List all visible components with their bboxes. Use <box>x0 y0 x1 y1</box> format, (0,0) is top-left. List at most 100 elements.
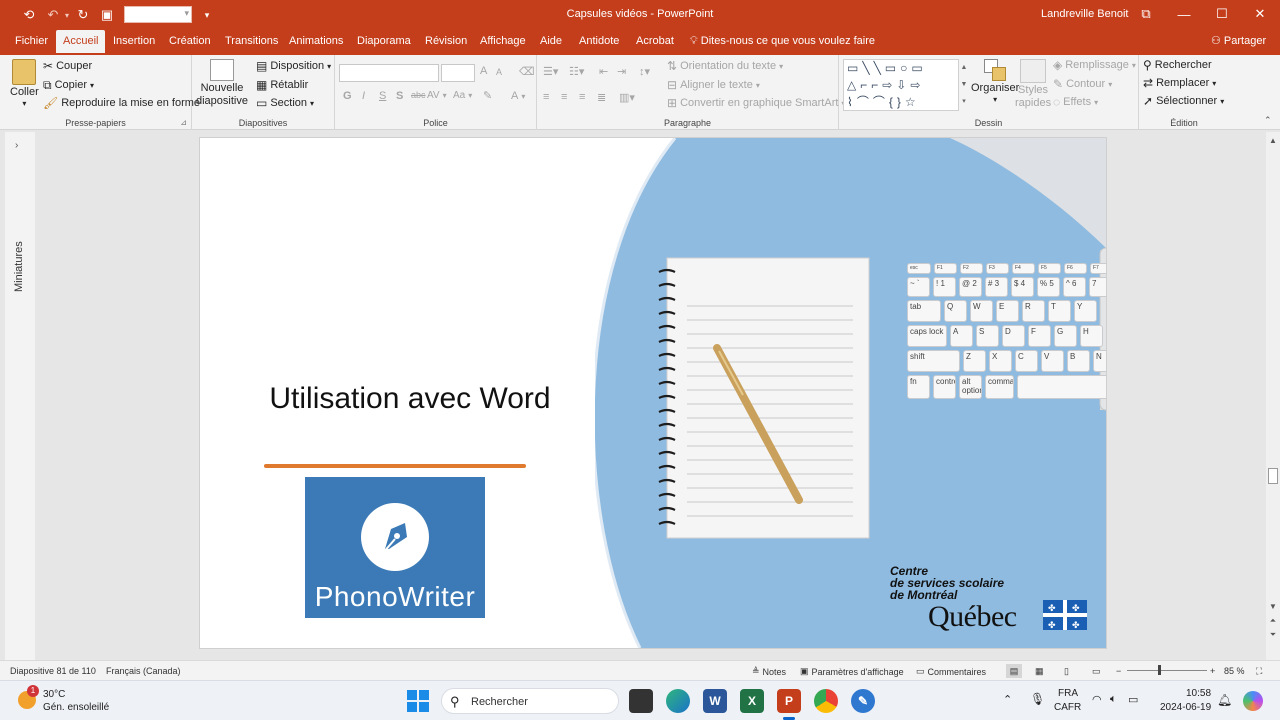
antidote-icon[interactable]: ✎ <box>851 689 875 713</box>
taskbar-search[interactable]: ⚲ Rechercher <box>441 688 619 714</box>
battery-icon[interactable]: ▭ <box>1128 693 1138 706</box>
new-slide-button[interactable]: Nouvelle diapositive <box>196 59 248 107</box>
start-button[interactable] <box>406 689 430 713</box>
character-spacing-button[interactable]: AV ▾ <box>427 90 447 101</box>
clock-date[interactable]: 2024-06-19 <box>1160 702 1211 713</box>
italic-button[interactable]: I <box>362 90 365 102</box>
increase-indent-icon[interactable]: ⇥ <box>617 65 626 78</box>
zoom-level[interactable]: 85 % <box>1224 666 1245 676</box>
fit-to-window-icon[interactable]: ⛶ <box>1256 666 1262 677</box>
align-text-button[interactable]: ⊟ Aligner le texte ▾ <box>667 79 760 91</box>
zoom-slider[interactable] <box>1127 670 1207 671</box>
numbering-icon[interactable]: ☷▾ <box>569 65 584 78</box>
layout-button[interactable]: ▤ Disposition ▾ <box>256 60 331 72</box>
maximize-button[interactable]: ☐ <box>1208 4 1236 24</box>
tab-transitions[interactable]: Transitions <box>218 30 285 55</box>
smartart-button[interactable]: ⊞ Convertir en graphique SmartArt ▾ <box>667 97 845 109</box>
expand-thumbnails-icon[interactable]: › <box>15 140 18 151</box>
volume-icon[interactable]: 🔈︎ <box>1110 693 1117 706</box>
minimize-button[interactable]: — <box>1170 4 1198 24</box>
slideshow-icon[interactable]: ▭ <box>1092 666 1101 677</box>
tab-revision[interactable]: Révision <box>418 30 474 55</box>
scrollbar-thumb[interactable] <box>1268 468 1278 484</box>
microphone-icon[interactable]: 🎙︎ <box>1030 692 1045 706</box>
display-settings-button[interactable]: ▣ Paramètres d'affichage <box>800 666 904 677</box>
grow-font-icon[interactable]: A <box>480 65 487 77</box>
font-name-combo[interactable] <box>339 64 439 82</box>
tab-affichage[interactable]: Affichage <box>473 30 533 55</box>
shapes-gallery[interactable]: ▭╲╲▭○▭ △⌐⌐⇨⇩⇨ ⌇⌒⌒{}☆ <box>843 59 959 111</box>
columns-icon[interactable]: ▥▾ <box>619 91 635 104</box>
vertical-scrollbar[interactable]: ▲ ▼ ⏶ ⏷ <box>1266 132 1280 660</box>
change-case-button[interactable]: Aa ▾ <box>453 90 472 101</box>
highlight-icon[interactable]: ✎ <box>483 89 492 102</box>
shapes-gallery-scroll[interactable]: ▲ ▼ ▾ <box>959 59 969 111</box>
align-right-icon[interactable]: ≡ <box>579 91 585 103</box>
tab-animations[interactable]: Animations <box>282 30 350 55</box>
decrease-indent-icon[interactable]: ⇤ <box>599 65 608 78</box>
edge-icon[interactable] <box>666 689 690 713</box>
ribbon-display-options-icon[interactable]: ⧉ <box>1132 4 1160 24</box>
select-button[interactable]: ➚ Sélectionner ▾ <box>1143 95 1224 107</box>
notifications-bell-icon[interactable]: 🔔︎ <box>1217 693 1232 707</box>
tab-accueil[interactable]: Accueil <box>56 30 106 55</box>
clock-time[interactable]: 10:58 <box>1186 688 1211 699</box>
language-indicator[interactable]: Français (Canada) <box>106 666 181 676</box>
task-view-icon[interactable] <box>629 689 653 713</box>
chrome-icon[interactable] <box>814 689 838 713</box>
shape-outline-button[interactable]: ✎ Contour ▾ <box>1053 78 1112 90</box>
find-button[interactable]: ⚲ Rechercher <box>1143 59 1212 71</box>
section-button[interactable]: ▭ Section ▾ <box>256 97 314 109</box>
reset-button[interactable]: ▦ Rétablir <box>256 79 308 91</box>
clear-formatting-icon[interactable]: ⌫ <box>519 65 535 78</box>
tab-acrobat[interactable]: Acrobat <box>629 30 681 55</box>
word-icon[interactable]: W <box>703 689 727 713</box>
tab-diaporama[interactable]: Diaporama <box>350 30 418 55</box>
comments-button[interactable]: ▭ Commentaires <box>916 666 986 677</box>
tab-insertion[interactable]: Insertion <box>106 30 162 55</box>
strikethrough-button[interactable]: abc <box>411 90 426 100</box>
excel-icon[interactable]: X <box>740 689 764 713</box>
slide-title[interactable]: Utilisation avec Word <box>264 382 556 415</box>
dialog-launcher-icon[interactable]: ⊿ <box>180 118 187 127</box>
zoom-out-button[interactable]: − <box>1116 666 1121 676</box>
reading-view-icon[interactable]: ▯ <box>1064 666 1069 677</box>
quick-styles-button[interactable]: Styles rapides <box>1015 59 1051 109</box>
tab-antidote[interactable]: Antidote <box>572 30 626 55</box>
tell-me-search[interactable]: 💡︎ Dites-nous ce que vous voulez faire <box>690 30 875 55</box>
shadow-button[interactable]: S <box>396 90 403 102</box>
copilot-icon[interactable] <box>1243 691 1263 711</box>
share-button[interactable]: ⚇ Partager <box>1211 30 1266 55</box>
paste-button[interactable]: Coller ▾ <box>10 59 39 108</box>
scroll-down-icon[interactable]: ▼ <box>1268 602 1278 611</box>
scroll-up-icon[interactable]: ▲ <box>1268 136 1278 145</box>
normal-view-icon[interactable]: ▤ <box>1006 664 1022 678</box>
slide[interactable]: esc F1 F2 F3 F4 F5 F6 F7 ~ `! 1 @ 2 # 3 $ 4% 5 ^ 6 7… <box>200 138 1106 648</box>
powerpoint-icon[interactable]: P <box>777 689 801 713</box>
zoom-slider-handle[interactable] <box>1158 665 1161 675</box>
tab-fichier[interactable]: Fichier <box>8 30 55 55</box>
input-language-1[interactable]: FRA <box>1058 688 1078 699</box>
align-center-icon[interactable]: ≡ <box>561 91 567 103</box>
justify-icon[interactable]: ≣ <box>597 91 606 104</box>
replace-button[interactable]: ⇄ Remplacer ▾ <box>1143 77 1216 89</box>
input-language-2[interactable]: CAFR <box>1054 702 1081 713</box>
previous-slide-icon[interactable]: ⏶ <box>1268 616 1278 626</box>
wifi-icon[interactable]: ◠ <box>1092 693 1102 706</box>
zoom-in-button[interactable]: + <box>1210 666 1215 676</box>
format-painter-button[interactable]: 🖌︎ Reproduire la mise en forme <box>43 97 200 109</box>
tab-aide[interactable]: Aide <box>533 30 569 55</box>
notes-button[interactable]: ≜ Notes <box>752 666 786 677</box>
tab-creation[interactable]: Création <box>162 30 218 55</box>
font-size-combo[interactable] <box>441 64 475 82</box>
font-color-button[interactable]: A ▾ <box>511 90 525 102</box>
close-button[interactable]: ✕ <box>1246 4 1274 24</box>
underline-button[interactable]: S <box>379 90 386 102</box>
next-slide-icon[interactable]: ⏷ <box>1268 630 1278 640</box>
user-name[interactable]: Landreville Benoit <box>1041 8 1128 20</box>
thumbnails-pane[interactable]: › Miniatures <box>5 132 35 660</box>
slide-sorter-icon[interactable]: ▦ <box>1035 666 1044 677</box>
show-hidden-icons[interactable]: ⌃ <box>1003 693 1012 706</box>
arrange-button[interactable]: Organiser ▾ <box>971 59 1019 104</box>
copy-button[interactable]: ⧉ Copier ▾ <box>43 79 94 91</box>
